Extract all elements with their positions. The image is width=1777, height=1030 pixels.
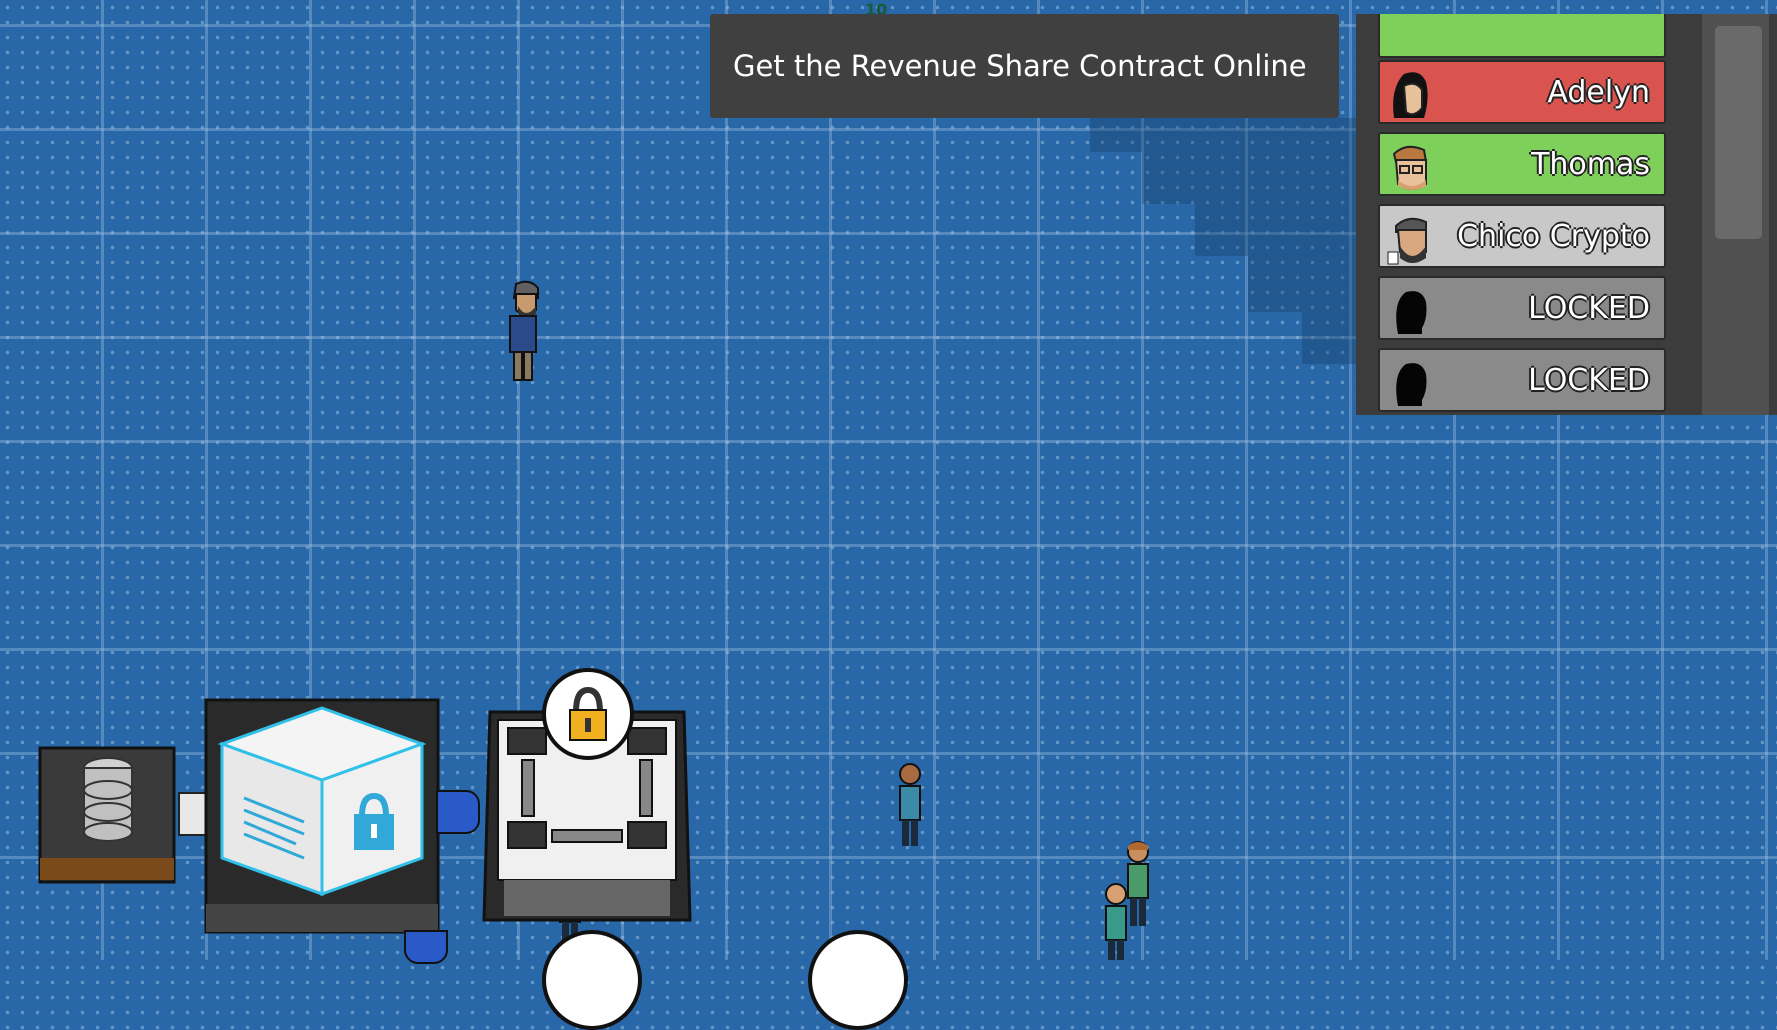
terrain-shadow xyxy=(1090,118,1356,152)
chico-crypto-portrait-icon xyxy=(1387,217,1427,265)
roster-scroll-thumb[interactable] xyxy=(1715,26,1762,239)
thomas-portrait-icon xyxy=(1392,145,1428,190)
player-character[interactable] xyxy=(500,280,546,386)
pipe-connector xyxy=(436,790,480,834)
smart-contract-cube-icon xyxy=(217,706,427,897)
smart-contract-machine[interactable] xyxy=(204,698,440,936)
roster-card-chico-crypto[interactable]: Chico Crypto xyxy=(1378,204,1666,268)
roster-card-name: LOCKED xyxy=(1528,290,1650,326)
roster-card-name: LOCKED xyxy=(1528,362,1650,398)
terrain-shadow xyxy=(1142,152,1356,204)
roster-card-name: Adelyn xyxy=(1547,74,1650,110)
roster-card-name: Thomas xyxy=(1531,146,1650,182)
roster-card-locked[interactable]: LOCKED xyxy=(1378,348,1666,412)
roster-card-locked[interactable]: LOCKED xyxy=(1378,276,1666,340)
roster-card[interactable] xyxy=(1378,14,1666,58)
machine-node[interactable] xyxy=(808,930,908,1030)
machine-node[interactable] xyxy=(542,930,642,1030)
roster-card-thomas[interactable]: Thomas xyxy=(1378,132,1666,196)
database-icon xyxy=(83,757,133,842)
locked-silhouette-icon xyxy=(1396,291,1427,334)
roster-card-adelyn[interactable]: Adelyn xyxy=(1378,60,1666,124)
lock-badge[interactable] xyxy=(540,666,636,762)
locked-silhouette-icon xyxy=(1396,363,1427,406)
adelyn-portrait-icon xyxy=(1393,72,1428,118)
terrain-shadow xyxy=(1195,204,1356,256)
objective-text: Get the Revenue Share Contract Online xyxy=(733,49,1307,83)
terrain-shadow xyxy=(1302,312,1356,364)
database-machine[interactable] xyxy=(38,746,180,884)
terrain-shadow xyxy=(1248,256,1356,312)
pipe-connector xyxy=(404,930,448,964)
npc-character[interactable] xyxy=(1098,880,1134,960)
character-roster-panel: Adelyn Thomas Chico Crypto LOCKED LOCKED xyxy=(1356,14,1777,415)
objective-banner: Get the Revenue Share Contract Online xyxy=(710,14,1339,118)
roster-card-name: Chico Crypto xyxy=(1457,218,1650,254)
npc-character[interactable] xyxy=(892,760,928,850)
